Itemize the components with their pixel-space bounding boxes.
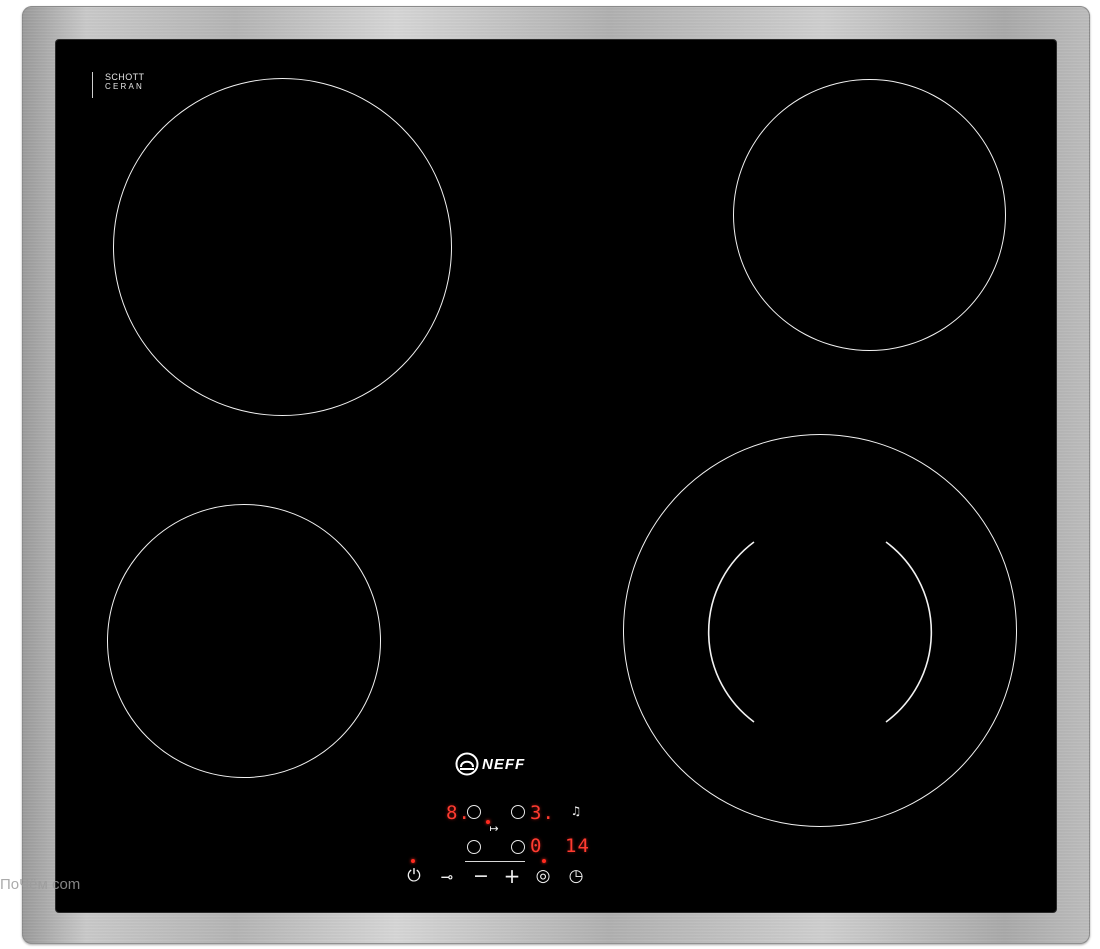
power-icon[interactable]: ⏻: [404, 868, 424, 885]
dual-zone-inner-arcs: [707, 541, 933, 723]
neff-emblem-icon: [455, 752, 479, 776]
power-boost-icon[interactable]: ◎: [533, 868, 553, 885]
bell-icon: ♫: [570, 804, 582, 818]
timer-link-icon: ↦: [489, 822, 499, 835]
neff-logo: NEFF: [455, 751, 525, 777]
badge-line-2: CERAN: [105, 82, 145, 91]
cooking-zone-rear-left[interactable]: [113, 78, 452, 416]
zone-select-rear-left-button[interactable]: [467, 805, 481, 819]
timer-minutes-display: 14: [565, 835, 590, 857]
key-lock-icon[interactable]: ⊸: [435, 870, 459, 885]
boost-indicator-led: [542, 859, 546, 863]
zone-select-rear-right-button[interactable]: [511, 805, 525, 819]
zone-rear-right-level-display: 3.: [530, 802, 555, 824]
cooking-zone-rear-right[interactable]: [733, 79, 1006, 351]
schott-ceran-badge: SCHOTT CERAN: [92, 72, 144, 98]
watermark: ПоЧём com: [0, 876, 81, 893]
zone-front-right-level-display: 0: [530, 835, 543, 857]
zone-select-front-left-button[interactable]: [467, 840, 481, 854]
timer-icon[interactable]: ◷: [566, 868, 586, 885]
cooking-zone-front-left[interactable]: [107, 504, 381, 778]
minus-icon[interactable]: −: [471, 867, 491, 886]
brand-name: NEFF: [482, 755, 526, 773]
zone-select-front-right-button[interactable]: [511, 840, 525, 854]
badge-line-1: SCHOTT: [105, 72, 145, 82]
power-indicator-led: [411, 859, 415, 863]
control-divider-line: [465, 861, 525, 863]
plus-icon[interactable]: +: [502, 866, 522, 886]
